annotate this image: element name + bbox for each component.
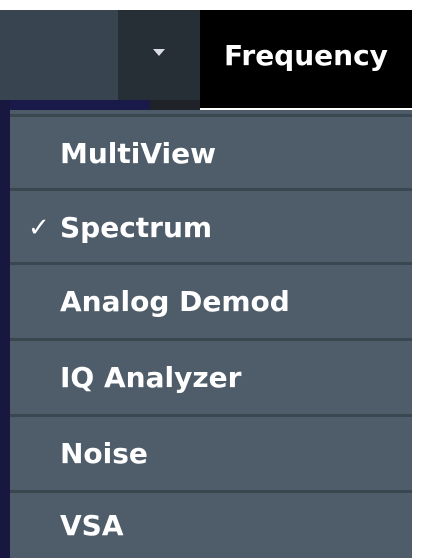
menu-item-multiview[interactable]: MultiView [10,114,412,190]
menu-item-label: Noise [60,437,148,470]
menu-item-label: Analog Demod [60,285,290,318]
caret-down-icon [153,48,165,56]
left-edge-panel [0,100,10,558]
right-edge-background [412,100,432,558]
menu-item-label: VSA [60,509,124,542]
mode-dropdown-menu: MultiView ✓ Spectrum Analog Demod IQ Ana… [10,110,412,558]
tab-frequency[interactable]: Frequency [200,10,412,108]
mode-dropdown-toggle[interactable] [118,10,200,100]
menu-item-label: MultiView [60,137,217,170]
menu-item-vsa[interactable]: VSA [10,490,412,558]
menu-item-label: Spectrum [60,211,213,244]
menu-item-spectrum[interactable]: ✓ Spectrum [10,188,412,264]
toolbar-left-segment [0,10,118,100]
menu-item-analog-demod[interactable]: Analog Demod [10,262,412,338]
menu-item-noise[interactable]: Noise [10,414,412,490]
toolbar: Frequency [0,10,412,108]
menu-item-iq-analyzer[interactable]: IQ Analyzer [10,338,412,414]
menu-item-label: IQ Analyzer [60,361,242,394]
tab-frequency-label: Frequency [224,38,388,72]
check-icon: ✓ [28,212,50,243]
app-window: Frequency MultiView ✓ Spectrum Analog De… [0,0,432,558]
